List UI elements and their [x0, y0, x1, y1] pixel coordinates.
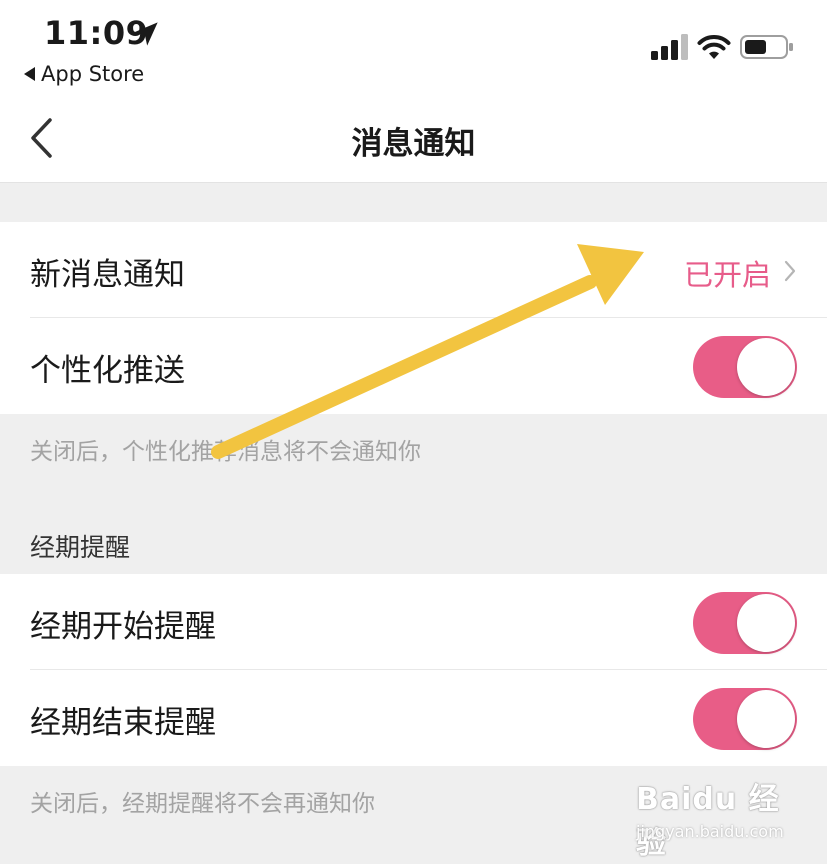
cellular-signal-icon: [651, 34, 688, 60]
baidu-watermark: Baidu 经验 jingyan.baidu.com: [636, 774, 786, 861]
location-arrow-icon: [134, 22, 158, 46]
section-title-period-reminder: 经期提醒: [30, 533, 131, 562]
row-new-message-notification[interactable]: 新消息通知 已开启: [0, 222, 827, 318]
watermark-brand: Baidu 经验: [636, 782, 780, 861]
personalized-push-note: 关闭后，个性化推荐消息将不会通知你: [30, 439, 421, 465]
page-title: 消息通知: [351, 126, 476, 162]
wifi-icon: [697, 35, 731, 59]
row-personalized-push: 个性化推送: [0, 318, 827, 414]
row-label-period-start: 经期开始提醒: [30, 609, 216, 645]
back-triangle-icon: [24, 67, 35, 81]
row-label-personalized-push: 个性化推送: [30, 353, 185, 389]
row-label-period-end: 经期结束提醒: [30, 705, 216, 741]
toggle-knob: [737, 690, 795, 748]
period-reminder-note: 关闭后，经期提醒将不会再通知你: [30, 791, 375, 817]
status-value-enabled: 已开启: [683, 258, 771, 292]
personalized-push-toggle[interactable]: [693, 336, 797, 398]
period-end-toggle[interactable]: [693, 688, 797, 750]
navigation-bar: 消息通知: [0, 100, 827, 183]
back-app-label: App Store: [41, 62, 145, 86]
battery-icon: [740, 35, 793, 59]
row-label-new-message: 新消息通知: [30, 257, 185, 293]
row-period-start-reminder: 经期开始提醒: [0, 574, 827, 670]
back-to-app-store-link[interactable]: App Store: [24, 62, 144, 86]
toggle-knob: [737, 338, 795, 396]
status-bar: 11:09 App Store: [0, 0, 827, 100]
watermark-url: jingyan.baidu.com: [636, 822, 784, 841]
row-period-end-reminder: 经期结束提醒: [0, 670, 827, 766]
chevron-right-icon: [784, 260, 796, 282]
period-start-toggle[interactable]: [693, 592, 797, 654]
toggle-knob: [737, 594, 795, 652]
